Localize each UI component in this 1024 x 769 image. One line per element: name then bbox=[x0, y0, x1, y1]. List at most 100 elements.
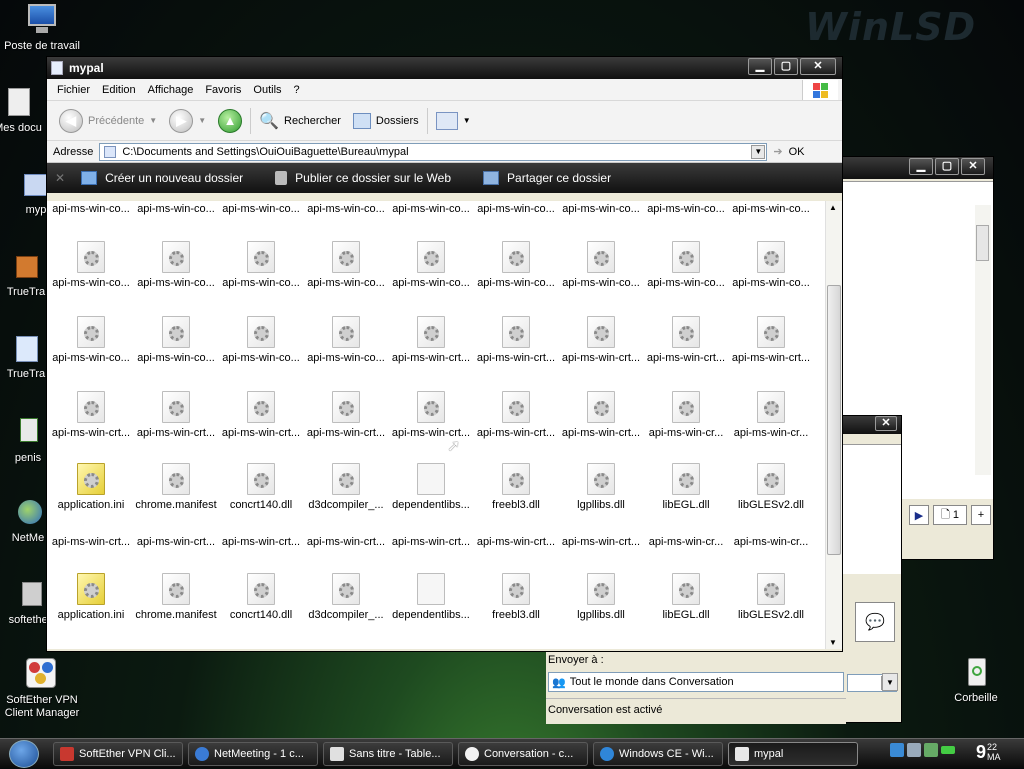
taskbar-item-whiteboard[interactable]: Sans titre - Table... bbox=[323, 741, 453, 766]
task-share-folder[interactable]: Partager ce dossier bbox=[483, 171, 611, 185]
file-item[interactable]: api-ms-win-co... bbox=[644, 203, 728, 215]
maximize-button[interactable]: ▢ bbox=[935, 158, 959, 175]
send-message-button[interactable]: 💬 bbox=[855, 602, 895, 642]
battery-icon[interactable] bbox=[941, 746, 955, 754]
chevron-down-icon[interactable]: ▼ bbox=[149, 116, 157, 125]
search-button[interactable]: 🔍 Rechercher bbox=[255, 106, 345, 136]
file-item[interactable]: api-ms-win-crt... bbox=[49, 536, 133, 548]
file-item[interactable]: api-ms-win-crt... bbox=[49, 391, 133, 439]
back-button[interactable]: ◀ Précédente ▼ bbox=[55, 106, 161, 136]
file-item[interactable]: chrome.manifest bbox=[134, 573, 218, 621]
go-button[interactable]: OK bbox=[789, 146, 805, 158]
file-item[interactable]: api-ms-win-co... bbox=[304, 203, 388, 215]
file-item[interactable]: api-ms-win-co... bbox=[49, 203, 133, 215]
connection-icon[interactable] bbox=[924, 743, 938, 757]
file-item[interactable]: api-ms-win-co... bbox=[729, 241, 813, 289]
file-item[interactable]: api-ms-win-co... bbox=[559, 203, 643, 215]
file-item[interactable]: api-ms-win-cr... bbox=[644, 391, 728, 439]
file-item[interactable]: application.ini bbox=[49, 573, 133, 621]
file-item[interactable]: freebl3.dll bbox=[474, 463, 558, 511]
taskbar-item-netmeeting[interactable]: NetMeeting - 1 c... bbox=[188, 741, 318, 766]
desktop-icon-my-computer[interactable]: Poste de travail bbox=[2, 4, 82, 53]
file-item[interactable]: concrt140.dll bbox=[219, 573, 303, 621]
menu-fichier[interactable]: Fichier bbox=[51, 84, 96, 96]
file-item[interactable]: api-ms-win-co... bbox=[134, 203, 218, 215]
explorer-titlebar[interactable]: mypal ▁ ▢ ✕ bbox=[47, 57, 842, 79]
file-item[interactable]: application.ini bbox=[49, 463, 133, 511]
document-window-titlebar[interactable]: ▁ ▢ ✕ bbox=[841, 157, 993, 179]
file-item[interactable]: api-ms-win-crt... bbox=[134, 536, 218, 548]
menu-edition[interactable]: Edition bbox=[96, 84, 142, 96]
taskbar-item-windows-ce[interactable]: Windows CE - Wi... bbox=[593, 741, 723, 766]
explorer-window[interactable]: mypal ▁ ▢ ✕ Fichier Edition Affichage Fa… bbox=[46, 56, 843, 652]
file-item[interactable]: api-ms-win-co... bbox=[49, 241, 133, 289]
file-item[interactable]: api-ms-win-crt... bbox=[389, 536, 473, 548]
file-item[interactable]: api-ms-win-co... bbox=[49, 316, 133, 364]
up-button[interactable]: ▲ bbox=[214, 106, 246, 136]
file-item[interactable]: concrt140.dll bbox=[219, 463, 303, 511]
recipient-dropdown-arrow[interactable]: ▼ bbox=[882, 673, 898, 691]
minimize-button[interactable]: ▁ bbox=[909, 158, 933, 175]
file-item[interactable]: api-ms-win-cr... bbox=[729, 536, 813, 548]
file-item[interactable]: api-ms-win-crt... bbox=[389, 391, 473, 439]
file-item[interactable]: api-ms-win-crt... bbox=[644, 316, 728, 364]
file-item[interactable]: api-ms-win-co... bbox=[219, 316, 303, 364]
file-item[interactable]: api-ms-win-co... bbox=[304, 316, 388, 364]
chevron-down-icon[interactable]: ▼ bbox=[198, 116, 206, 125]
menu-favoris[interactable]: Favoris bbox=[199, 84, 247, 96]
menu-outils[interactable]: Outils bbox=[247, 84, 287, 96]
close-button[interactable]: ✕ bbox=[800, 58, 836, 75]
new-page-icon[interactable]: + bbox=[971, 505, 991, 525]
file-item[interactable]: api-ms-win-co... bbox=[389, 241, 473, 289]
maximize-button[interactable]: ▢ bbox=[774, 58, 798, 75]
file-item[interactable]: api-ms-win-cr... bbox=[644, 536, 728, 548]
file-item[interactable]: api-ms-win-co... bbox=[304, 241, 388, 289]
menu-affichage[interactable]: Affichage bbox=[142, 84, 200, 96]
file-item[interactable]: api-ms-win-co... bbox=[134, 316, 218, 364]
chat-history[interactable] bbox=[843, 444, 901, 574]
file-item[interactable]: api-ms-win-crt... bbox=[474, 316, 558, 364]
file-item[interactable]: api-ms-win-crt... bbox=[134, 391, 218, 439]
scroll-up-icon[interactable]: ▲ bbox=[829, 203, 837, 212]
forward-button[interactable]: ▶ ▼ bbox=[165, 106, 210, 136]
file-item[interactable]: d3dcompiler_... bbox=[304, 573, 388, 621]
file-list[interactable]: api-ms-win-co... api-ms-win-co... api-ms-w… bbox=[47, 201, 827, 649]
file-item[interactable]: api-ms-win-co... bbox=[219, 203, 303, 215]
chevron-down-icon[interactable]: ▼ bbox=[463, 116, 471, 125]
chevron-down-icon[interactable]: ▼ bbox=[751, 144, 766, 159]
file-item[interactable]: dependentlibs... bbox=[389, 463, 473, 511]
monitor-icon[interactable] bbox=[907, 743, 921, 757]
file-item[interactable]: api-ms-win-crt... bbox=[729, 316, 813, 364]
chat-close-button[interactable]: ✕ bbox=[875, 416, 897, 431]
file-item[interactable]: api-ms-win-cr... bbox=[729, 391, 813, 439]
task-new-folder[interactable]: Créer un nouveau dossier bbox=[81, 171, 243, 185]
scroll-down-icon[interactable]: ▼ bbox=[829, 638, 837, 647]
file-item[interactable]: api-ms-win-co... bbox=[729, 203, 813, 215]
taskbar-item-mypal[interactable]: mypal bbox=[728, 741, 858, 766]
recipient-dropdown[interactable]: 👥 Tout le monde dans Conversation bbox=[548, 672, 844, 692]
views-button[interactable]: ▼ bbox=[432, 106, 475, 136]
task-publish-web[interactable]: Publier ce dossier sur le Web bbox=[275, 171, 451, 185]
file-item[interactable]: api-ms-win-co... bbox=[474, 203, 558, 215]
file-item[interactable]: lgpllibs.dll bbox=[559, 463, 643, 511]
page-indicator[interactable]: 🗋 1 bbox=[933, 505, 967, 525]
minimize-button[interactable]: ▁ bbox=[748, 58, 772, 75]
file-item[interactable]: api-ms-win-crt... bbox=[474, 536, 558, 548]
clock[interactable]: 9 22 MA bbox=[976, 742, 1001, 762]
network-icon[interactable] bbox=[890, 743, 904, 757]
file-item[interactable]: api-ms-win-co... bbox=[219, 241, 303, 289]
desktop-icon-softether-vpn[interactable]: SoftEther VPN Client Manager bbox=[0, 658, 84, 720]
folders-button[interactable]: Dossiers bbox=[349, 106, 423, 136]
address-field[interactable]: C:\Documents and Settings\OuiOuiBaguette… bbox=[99, 142, 768, 161]
file-item[interactable]: api-ms-win-co... bbox=[389, 203, 473, 215]
file-item[interactable]: libGLESv2.dll bbox=[729, 573, 813, 621]
file-item[interactable]: api-ms-win-co... bbox=[559, 241, 643, 289]
file-item[interactable]: api-ms-win-crt... bbox=[559, 536, 643, 548]
file-item[interactable]: freebl3.dll bbox=[474, 573, 558, 621]
close-tasks-icon[interactable]: ✕ bbox=[55, 171, 65, 185]
taskbar-item-conversation[interactable]: Conversation - c... bbox=[458, 741, 588, 766]
taskbar-item-softether[interactable]: SoftEther VPN Cli... bbox=[53, 741, 183, 766]
file-item[interactable]: api-ms-win-crt... bbox=[219, 391, 303, 439]
menu-help[interactable]: ? bbox=[288, 84, 306, 96]
file-item[interactable]: api-ms-win-co... bbox=[134, 241, 218, 289]
